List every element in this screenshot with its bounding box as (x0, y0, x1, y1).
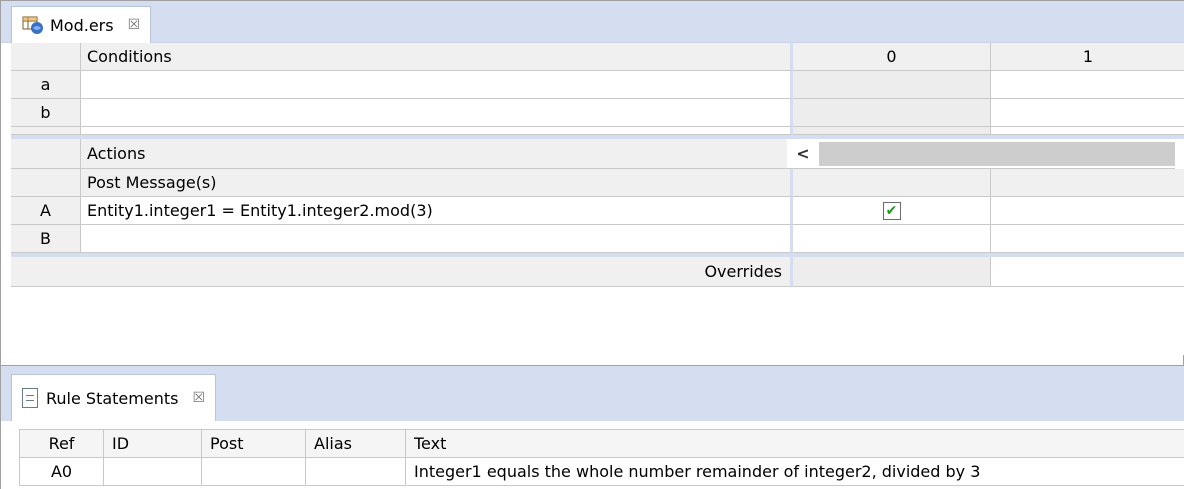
action-col0-cell[interactable]: ✔ (793, 197, 991, 225)
scroll-left-icon[interactable]: < (787, 144, 819, 163)
column-0-header[interactable]: 0 (793, 43, 991, 71)
editor-tab-bar: Mod.ers ☒ (1, 1, 1184, 43)
cell-text: Integer1 equals the whole number remaind… (405, 457, 1184, 486)
condition-col1-cell[interactable] (991, 99, 1184, 127)
condition-id: b (11, 99, 81, 127)
actions-header: Actions (81, 139, 793, 169)
column-header-id[interactable]: ID (103, 429, 202, 458)
condition-col0-cell[interactable] (793, 99, 991, 127)
condition-row-partial (11, 127, 1184, 135)
column-header-text[interactable]: Text (405, 429, 1184, 458)
cell-post (201, 457, 306, 486)
conditions-header: Conditions (81, 43, 793, 71)
action-row: B (11, 225, 1184, 253)
condition-col1-cell[interactable] (991, 71, 1184, 99)
action-col1-cell[interactable] (991, 197, 1184, 225)
column-header-ref[interactable]: Ref (19, 429, 104, 458)
cell-ref: A0 (19, 457, 104, 486)
post-col0-cell[interactable] (793, 169, 991, 197)
overrides-label: Overrides (11, 257, 793, 287)
close-icon[interactable]: ☒ (128, 17, 141, 33)
checkbox-checked[interactable]: ✔ (882, 201, 901, 220)
condition-row: a (11, 71, 1184, 99)
close-icon[interactable]: ☒ (192, 390, 205, 406)
action-row: A Entity1.integer1 = Entity1.integer2.mo… (11, 197, 1184, 225)
action-col1-cell[interactable] (991, 225, 1184, 253)
tab-rule-statements[interactable]: Rule Statements ☒ (11, 374, 217, 421)
rule-statements-panel: Rule Statements ☒ Ref ID Post Alias Text… (0, 366, 1184, 489)
table-header-row: Ref ID Post Alias Text (19, 429, 1184, 458)
overrides-row: Overrides (11, 257, 1184, 287)
cell-alias (305, 457, 406, 486)
panel-tab-bar: Rule Statements ☒ (1, 366, 1184, 421)
rule-statements-table: Ref ID Post Alias Text A0 Integer1 equal… (19, 429, 1184, 486)
scrollbar-thumb[interactable] (819, 141, 1175, 166)
action-col0-cell[interactable] (793, 225, 991, 253)
condition-col0-cell[interactable] (793, 71, 991, 99)
action-id: A (11, 197, 81, 225)
condition-id: a (11, 71, 81, 99)
overrides-col1-cell[interactable] (991, 257, 1184, 287)
action-id: B (11, 225, 81, 253)
row-id-header (11, 43, 81, 71)
overrides-col0-cell[interactable] (793, 257, 991, 287)
document-icon (22, 388, 38, 408)
condition-row: b (11, 99, 1184, 127)
post-messages-row: Post Message(s) (11, 169, 1184, 197)
conditions-header-row: Conditions 0 1 (11, 43, 1184, 71)
column-header-alias[interactable]: Alias (305, 429, 406, 458)
table-row[interactable]: A0 Integer1 equals the whole number rema… (19, 457, 1184, 486)
condition-text-cell[interactable] (81, 71, 793, 99)
column-header-post[interactable]: Post (201, 429, 306, 458)
tab-title: Rule Statements (46, 388, 179, 408)
post-col1-cell[interactable] (991, 169, 1184, 197)
decision-table-editor: Mod.ers ☒ Conditions 0 1 a b Actions Pos… (0, 0, 1184, 366)
horizontal-scrollbar[interactable]: < (787, 139, 1175, 169)
decision-table-grid: Conditions 0 1 a b Actions Post Message(… (11, 43, 1184, 355)
action-text-cell[interactable]: Entity1.integer1 = Entity1.integer2.mod(… (81, 197, 793, 225)
column-1-header[interactable]: 1 (991, 43, 1184, 71)
cell-id (103, 457, 202, 486)
tab-title: Mod.ers (50, 15, 114, 35)
action-text-cell[interactable] (81, 225, 793, 253)
table-editor-icon (22, 15, 44, 35)
condition-text-cell[interactable] (81, 99, 793, 127)
post-messages-label: Post Message(s) (81, 169, 793, 197)
checkmark-icon: ✔ (885, 202, 898, 219)
tab-mod-ers[interactable]: Mod.ers ☒ (11, 6, 152, 43)
